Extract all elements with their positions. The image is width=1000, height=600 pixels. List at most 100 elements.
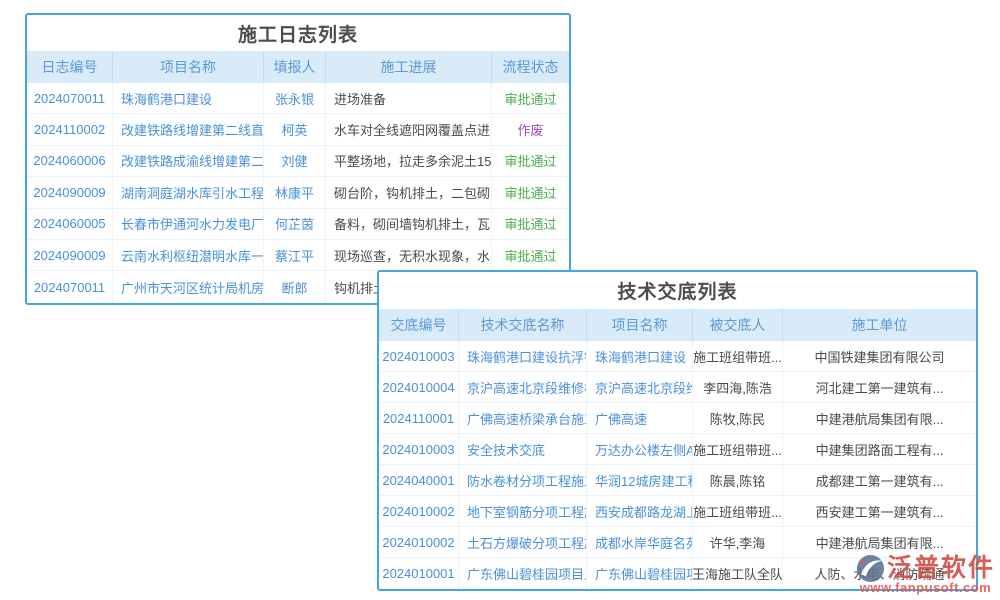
disclosure-id-cell[interactable]: 2024010001 [379,558,459,589]
log-table-header-row: 日志编号项目名称填报人施工进展流程状态 [27,51,569,83]
status-badge: 审批通过 [492,146,569,176]
column-header-project: 项目名称 [113,51,264,83]
disclosure-table-title: 技术交底列表 [379,272,976,309]
log-id-cell[interactable]: 2024070011 [27,271,113,302]
vendor-watermark: 泛普软件 www.fanpusoft.com [856,554,995,595]
construction-unit-cell: 中建集团路面工程有... [783,434,976,464]
progress-cell: 平整场地，拉走多余泥土15... [326,146,492,176]
column-header-status: 流程状态 [492,51,569,83]
progress-cell: 砌台阶，钩机排土，二包砌... [326,177,492,207]
disclosure-name-link[interactable]: 地下室钢筋分项工程施工... [459,496,587,526]
construction-unit-cell: 中建港航局集团有限... [783,403,976,433]
project-name-link[interactable]: 珠海鹤港口建设 [113,83,264,113]
disclosure-id-cell[interactable]: 2024010004 [379,372,459,402]
disclosure-table-header-row: 交底编号技术交底名称项目名称被交底人施工单位 [379,309,976,341]
disclosed-person-cell: 李四海,陈浩 [693,372,783,402]
watermark-brand-text: 泛普软件 [887,556,995,581]
project-name-link[interactable]: 广佛高速 [587,403,693,433]
fanpu-logo-icon [856,554,885,583]
column-header-id: 日志编号 [27,51,113,83]
column-header-progress: 施工进展 [326,51,492,83]
watermark-url: www.fanpusoft.com [860,580,992,595]
disclosure-id-cell[interactable]: 2024010002 [379,496,459,526]
progress-cell: 现场巡查，无积水现象，水... [326,240,492,270]
project-name-link[interactable]: 西安成都路龙湖上... [587,496,693,526]
status-badge: 审批通过 [492,209,569,239]
table-row: 2024110001广佛高速桥梁承台施工技...广佛高速陈牧,陈民中建港航局集团… [379,403,976,434]
technical-disclosure-table: 技术交底列表 交底编号技术交底名称项目名称被交底人施工单位 2024010003… [377,270,978,591]
disclosed-person-cell: 陈牧,陈民 [693,403,783,433]
project-name-link[interactable]: 华润12城房建工程... [587,465,693,495]
status-badge: 作废 [492,114,569,144]
reporter-link[interactable]: 刘健 [264,146,326,176]
project-name-link[interactable]: 广州市天河区统计局机房... [113,271,264,302]
project-name-link[interactable]: 京沪高速北京段维修 [587,372,693,402]
table-row: 2024070011珠海鹤港口建设张永银进场准备审批通过 [27,83,569,114]
reporter-link[interactable]: 柯英 [264,114,326,144]
column-header-reporter: 填报人 [264,51,326,83]
construction-unit-cell: 中国铁建集团有限公司 [783,341,976,371]
project-name-link[interactable]: 改建铁路成渝线增建第二... [113,146,264,176]
project-name-link[interactable]: 成都水岸华庭名苑... [587,527,693,557]
table-row: 2024010003安全技术交底万达办公楼左侧A...施工班组带班...中建集团… [379,434,976,465]
construction-unit-cell: 西安建工第一建筑有... [783,496,976,526]
disclosure-name-link[interactable]: 土石方爆破分项工程施工... [459,527,587,557]
project-name-link[interactable]: 万达办公楼左侧A... [587,434,693,464]
disclosure-name-link[interactable]: 防水卷材分项工程施工技... [459,465,587,495]
log-id-cell[interactable]: 2024070011 [27,83,113,113]
progress-cell: 进场准备 [326,83,492,113]
disclosure-name-link[interactable]: 安全技术交底 [459,434,587,464]
project-name-link[interactable]: 长春市伊通河水力发电厂... [113,209,264,239]
project-name-link[interactable]: 改建铁路线增建第二线直... [113,114,264,144]
table-row: 2024110002改建铁路线增建第二线直...柯英水车对全线遮阳网覆盖点进..… [27,114,569,145]
disclosure-table-body: 2024010003珠海鹤港口建设抗浮锚杆...珠海鹤港口建设施工班组带班...… [379,341,976,589]
disclosure-name-link[interactable]: 京沪高速北京段维修桩帽... [459,372,587,402]
disclosure-id-cell[interactable]: 2024110001 [379,403,459,433]
column-header-name: 技术交底名称 [459,309,587,341]
status-badge: 审批通过 [492,177,569,207]
table-row: 2024010004京沪高速北京段维修桩帽...京沪高速北京段维修李四海,陈浩河… [379,372,976,403]
table-row: 2024090009湖南洞庭湖水库引水工程...林康平砌台阶，钩机排土，二包砌.… [27,177,569,208]
reporter-link[interactable]: 蔡江平 [264,240,326,270]
disclosure-id-cell[interactable]: 2024010003 [379,341,459,371]
disclosure-id-cell[interactable]: 2024040001 [379,465,459,495]
project-name-link[interactable]: 云南水利枢纽潜明水库一... [113,240,264,270]
reporter-link[interactable]: 林康平 [264,177,326,207]
disclosed-person-cell: 陈晨,陈铭 [693,465,783,495]
construction-log-table: 施工日志列表 日志编号项目名称填报人施工进展流程状态 2024070011珠海鹤… [25,13,571,305]
table-row: 2024060006改建铁路成渝线增建第二...刘健平整场地，拉走多余泥土15.… [27,146,569,177]
status-badge: 审批通过 [492,240,569,270]
log-table-title: 施工日志列表 [27,15,569,51]
table-row: 2024010002地下室钢筋分项工程施工...西安成都路龙湖上...施工班组带… [379,496,976,527]
progress-cell: 水车对全线遮阳网覆盖点进... [326,114,492,144]
disclosed-person-cell: 许华,李海 [693,527,783,557]
log-id-cell[interactable]: 2024090009 [27,177,113,207]
construction-unit-cell: 河北建工第一建筑有... [783,372,976,402]
disclosure-name-link[interactable]: 广东佛山碧桂园项目人防... [459,558,587,589]
table-row: 2024040001防水卷材分项工程施工技...华润12城房建工程...陈晨,陈… [379,465,976,496]
disclosure-id-cell[interactable]: 2024010003 [379,434,459,464]
log-id-cell[interactable]: 2024060005 [27,209,113,239]
disclosed-person-cell: 施工班组带班... [693,434,783,464]
table-row: 2024010003珠海鹤港口建设抗浮锚杆...珠海鹤港口建设施工班组带班...… [379,341,976,372]
reporter-link[interactable]: 断郎 [264,271,326,302]
disclosed-person-cell: 施工班组带班... [693,341,783,371]
table-row: 2024090009云南水利枢纽潜明水库一...蔡江平现场巡查，无积水现象，水.… [27,240,569,271]
log-id-cell[interactable]: 2024060006 [27,146,113,176]
project-name-link[interactable]: 珠海鹤港口建设 [587,341,693,371]
reporter-link[interactable]: 张永银 [264,83,326,113]
disclosure-id-cell[interactable]: 2024010002 [379,527,459,557]
project-name-link[interactable]: 湖南洞庭湖水库引水工程... [113,177,264,207]
disclosure-name-link[interactable]: 珠海鹤港口建设抗浮锚杆... [459,341,587,371]
disclosed-person-cell: 施工班组带班... [693,496,783,526]
project-name-link[interactable]: 广东佛山碧桂园项目 [587,558,693,589]
reporter-link[interactable]: 何芷茵 [264,209,326,239]
table-row: 2024060005长春市伊通河水力发电厂...何芷茵备料，砌间墙钩机排土，瓦.… [27,209,569,240]
log-id-cell[interactable]: 2024090009 [27,240,113,270]
disclosed-person-cell: 王海施工队全队 [693,558,783,589]
construction-unit-cell: 成都建工第一建筑有... [783,465,976,495]
disclosure-name-link[interactable]: 广佛高速桥梁承台施工技... [459,403,587,433]
column-header-unit: 施工单位 [783,309,976,341]
column-header-person: 被交底人 [693,309,783,341]
log-id-cell[interactable]: 2024110002 [27,114,113,144]
